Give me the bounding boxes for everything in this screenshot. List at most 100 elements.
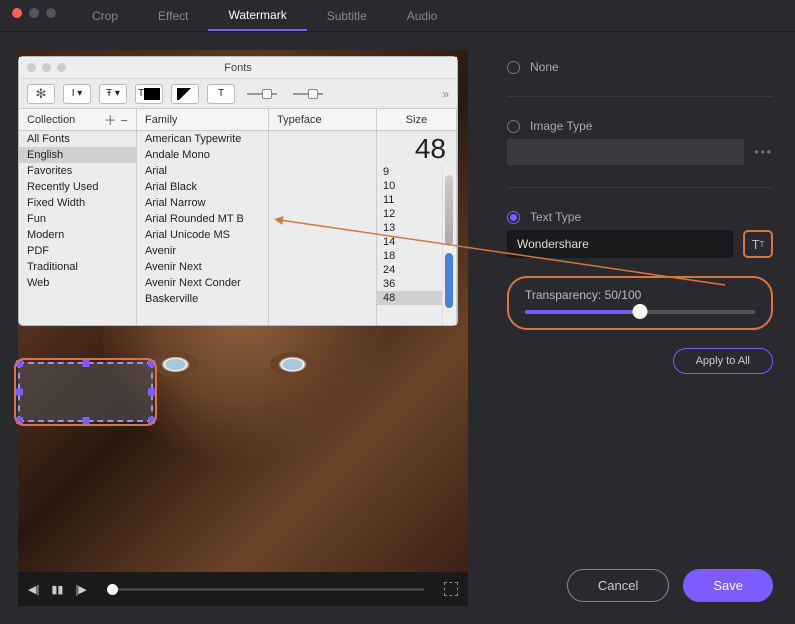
image-path-field[interactable] xyxy=(507,139,744,165)
resize-handle[interactable] xyxy=(16,417,23,424)
seek-track[interactable] xyxy=(107,588,424,591)
transparency-label: Transparency: 50/100 xyxy=(525,288,755,302)
size-item[interactable]: 24 xyxy=(377,263,442,277)
next-frame-button[interactable]: |▶ xyxy=(75,583,86,596)
baseline-slider[interactable] xyxy=(293,93,323,95)
resize-handle[interactable] xyxy=(148,417,155,424)
strike-tool[interactable]: Ŧ ▾ xyxy=(99,84,127,104)
family-item[interactable]: Arial Unicode MS xyxy=(137,227,268,243)
kerning-slider[interactable] xyxy=(247,93,277,95)
family-item[interactable]: Avenir Next Conder xyxy=(137,275,268,291)
size-item[interactable]: 14 xyxy=(377,235,442,249)
watermark-none-option[interactable]: None xyxy=(507,60,773,74)
collection-list[interactable]: All FontsEnglishFavoritesRecently UsedFi… xyxy=(19,131,137,325)
fonts-toolbar: I ▾ Ŧ ▾ T T » xyxy=(19,79,457,109)
fonts-panel-titlebar[interactable]: Fonts xyxy=(19,57,457,79)
preview-content xyxy=(270,352,315,377)
size-item[interactable]: 18 xyxy=(377,249,442,263)
resize-handle[interactable] xyxy=(16,360,23,367)
resize-handle[interactable] xyxy=(148,389,155,396)
collection-item[interactable]: Web xyxy=(19,275,136,291)
collection-item[interactable]: Recently Used xyxy=(19,179,136,195)
collection-item[interactable]: English xyxy=(19,147,136,163)
family-item[interactable]: Avenir Next xyxy=(137,259,268,275)
font-settings-button[interactable]: TT xyxy=(743,230,773,258)
option-label: None xyxy=(530,60,559,74)
resize-handle[interactable] xyxy=(16,389,23,396)
fonts-column-headers: Collection＋ − Family Typeface Size xyxy=(19,109,457,131)
zoom-window-dot[interactable] xyxy=(46,8,56,18)
fullscreen-icon[interactable] xyxy=(444,582,458,596)
size-item[interactable]: 11 xyxy=(377,193,442,207)
family-item[interactable]: Arial Rounded MT B xyxy=(137,211,268,227)
close-window-dot[interactable] xyxy=(12,8,22,18)
collection-item[interactable]: Fun xyxy=(19,211,136,227)
resize-handle[interactable] xyxy=(148,360,155,367)
slider-thumb[interactable] xyxy=(633,304,648,319)
add-collection-icon[interactable]: ＋ − xyxy=(104,110,128,129)
collection-item[interactable]: Traditional xyxy=(19,259,136,275)
collection-item[interactable]: Fixed Width xyxy=(19,195,136,211)
prev-frame-button[interactable]: ◀| xyxy=(28,583,39,596)
collection-item[interactable]: Modern xyxy=(19,227,136,243)
expand-toolbar-icon[interactable]: » xyxy=(442,87,449,101)
family-item[interactable]: Arial xyxy=(137,163,268,179)
option-label: Image Type xyxy=(530,119,592,133)
panel-zoom-dot[interactable] xyxy=(57,63,66,72)
transparency-control: Transparency: 50/100 xyxy=(507,276,773,330)
tab-effect[interactable]: Effect xyxy=(138,2,208,30)
resize-handle[interactable] xyxy=(82,360,89,367)
seek-thumb[interactable] xyxy=(107,584,118,595)
family-item[interactable]: Baskerville xyxy=(137,291,268,307)
play-pause-button[interactable]: ▮▮ xyxy=(51,583,63,596)
apply-to-all-button[interactable]: Apply to All xyxy=(673,348,773,374)
resize-handle[interactable] xyxy=(82,417,89,424)
size-item[interactable]: 12 xyxy=(377,207,442,221)
family-item[interactable]: Andale Mono xyxy=(137,147,268,163)
watermark-text-input[interactable] xyxy=(507,230,733,258)
tab-subtitle[interactable]: Subtitle xyxy=(307,2,387,30)
save-button[interactable]: Save xyxy=(683,569,773,602)
transparency-slider[interactable] xyxy=(525,310,755,314)
size-item[interactable]: 10 xyxy=(377,179,442,193)
family-item[interactable]: Arial Black xyxy=(137,179,268,195)
cancel-button[interactable]: Cancel xyxy=(567,569,669,602)
size-scrollbar[interactable] xyxy=(442,165,456,325)
panel-min-dot[interactable] xyxy=(42,63,51,72)
fonts-panel[interactable]: Fonts I ▾ Ŧ ▾ T T » Collection＋ − Family… xyxy=(18,56,458,326)
watermark-image-option[interactable]: Image Type xyxy=(507,119,773,133)
radio-icon xyxy=(507,61,520,74)
tab-crop[interactable]: Crop xyxy=(72,2,138,30)
browse-image-button[interactable]: ••• xyxy=(754,145,773,159)
collection-item[interactable]: All Fonts xyxy=(19,131,136,147)
size-item[interactable]: 48 xyxy=(377,291,442,305)
watermark-text-option[interactable]: Text Type xyxy=(507,210,773,224)
panel-close-dot[interactable] xyxy=(27,63,36,72)
window-controls xyxy=(12,8,56,18)
family-item[interactable]: Avenir xyxy=(137,243,268,259)
size-item[interactable]: 13 xyxy=(377,221,442,235)
family-item[interactable]: American Typewrite xyxy=(137,131,268,147)
family-list[interactable]: American TypewriteAndale MonoArialArial … xyxy=(137,131,269,325)
collection-item[interactable]: PDF xyxy=(19,243,136,259)
family-item[interactable]: Arial Narrow xyxy=(137,195,268,211)
text-effects-tool[interactable]: T xyxy=(207,84,235,104)
gear-icon[interactable] xyxy=(27,84,55,104)
size-list[interactable]: 9101112131418243648 xyxy=(377,165,442,325)
underline-tool[interactable]: I ▾ xyxy=(63,84,91,104)
divider xyxy=(507,187,773,188)
minimize-window-dot[interactable] xyxy=(29,8,39,18)
size-item[interactable]: 9 xyxy=(377,165,442,179)
header-collection: Collection xyxy=(27,114,75,126)
watermark-side-panel: None Image Type ••• Text Type TT xyxy=(485,32,795,624)
bg-color-tool[interactable] xyxy=(171,84,199,104)
size-item[interactable]: 36 xyxy=(377,277,442,291)
collection-item[interactable]: Favorites xyxy=(19,163,136,179)
text-color-tool[interactable]: T xyxy=(135,84,163,104)
current-size-display[interactable]: 48 xyxy=(377,131,456,165)
tab-audio[interactable]: Audio xyxy=(387,2,458,30)
size-column: 48 9101112131418243648 xyxy=(377,131,457,325)
typeface-list[interactable] xyxy=(269,131,377,325)
watermark-bounding-box[interactable] xyxy=(18,362,153,422)
tab-watermark[interactable]: Watermark xyxy=(208,1,306,31)
